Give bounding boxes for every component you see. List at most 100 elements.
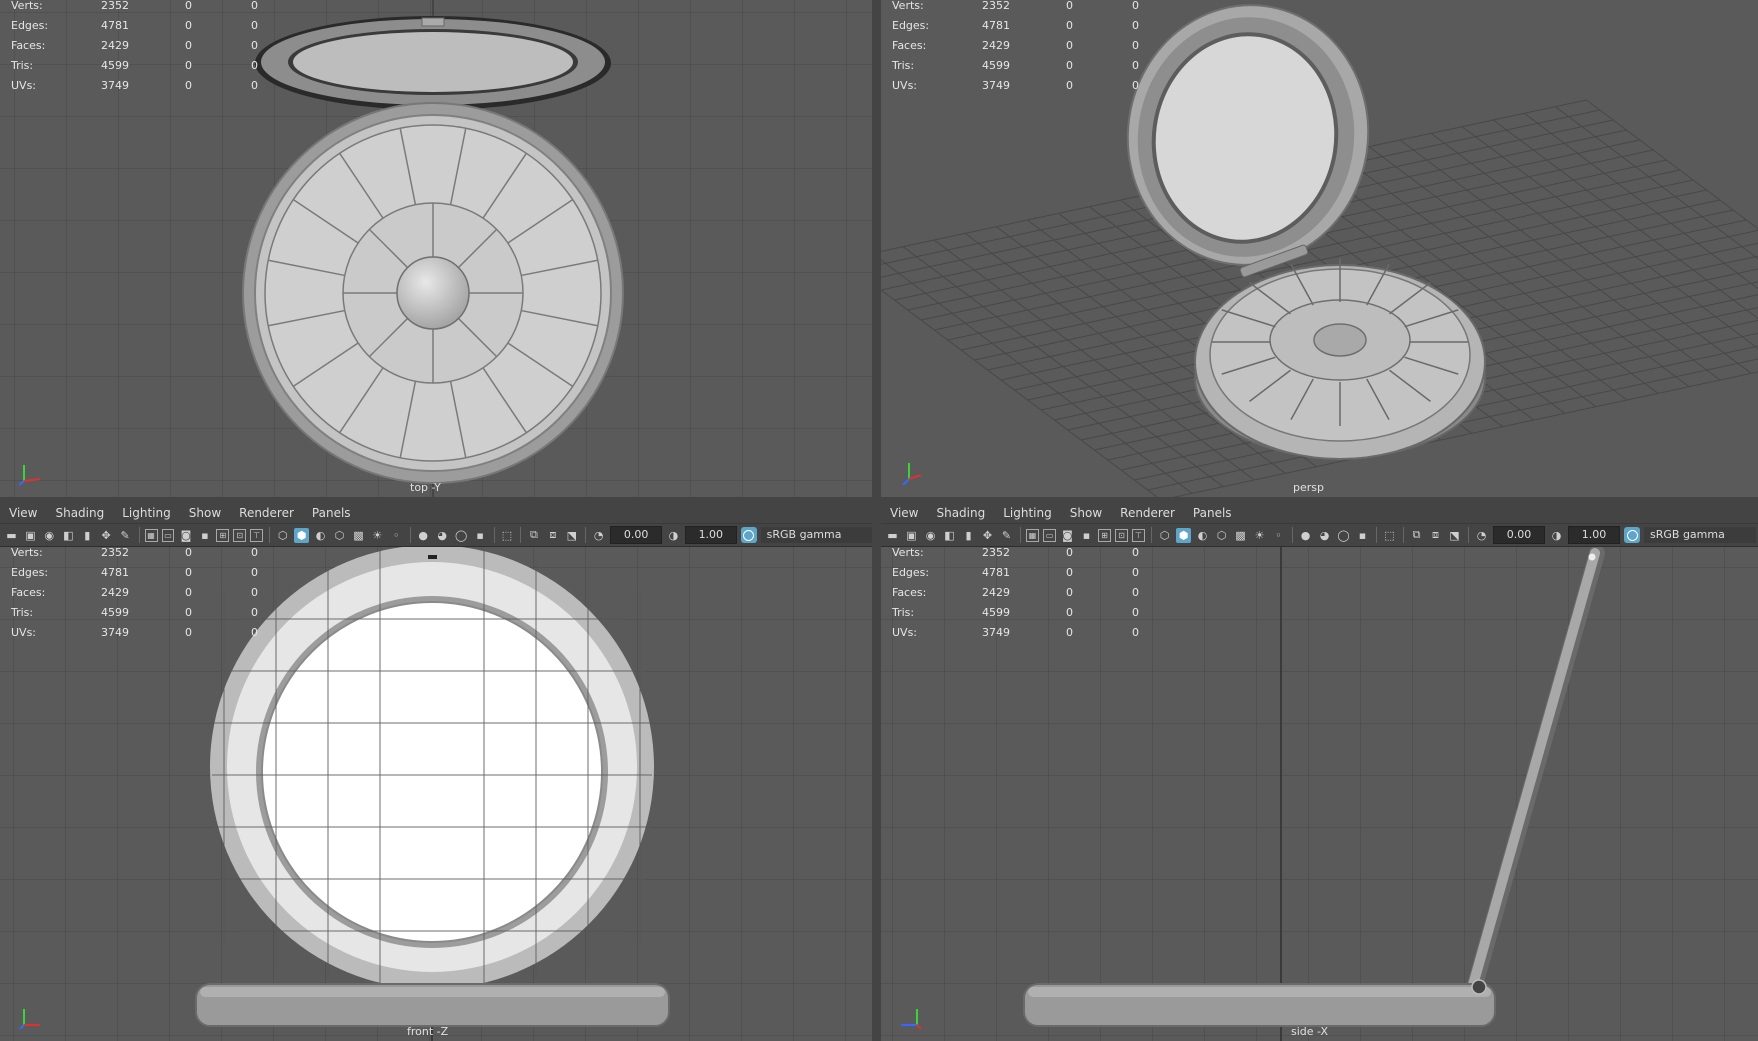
camera-attributes-icon[interactable]: ▣ bbox=[904, 528, 919, 543]
camera-select-icon[interactable]: ▬ bbox=[885, 528, 900, 543]
panel-menu-bar: View Shading Lighting Show Renderer Panels bbox=[0, 503, 872, 523]
film-gate-icon[interactable]: ▭ bbox=[1043, 528, 1056, 542]
gamma-icon[interactable]: ◑ bbox=[1549, 528, 1564, 543]
wireframe-on-shaded-icon[interactable]: ⬡ bbox=[332, 528, 347, 543]
wireframe-icon[interactable]: ⬡ bbox=[275, 528, 290, 543]
camera-tool-icon[interactable]: ◉ bbox=[42, 528, 57, 543]
pan-zoom-icon[interactable]: ✥ bbox=[99, 528, 114, 543]
panel-toolbar: ▬ ▣ ◉ ◧ ▮ ✥ ✎ ▦ ▭ ◙ ▪ ⊞ ⊡ ⊤ ⬡ ⬢ ◐ ⬡ ▩ ☀ ◦ ● ◕ ◯ ▪ ⬚ ⧉ ⧈ ⬔ ◔ 0.00 ◑ 1.00 s… bbox=[881, 523, 1758, 547]
grid-icon[interactable]: ▦ bbox=[144, 528, 158, 542]
toolbar-separator bbox=[585, 527, 587, 543]
shadows-icon[interactable]: ◦ bbox=[1271, 528, 1286, 543]
resolution-gate-icon[interactable]: ◙ bbox=[1060, 528, 1075, 543]
gate-mask-icon[interactable]: ▪ bbox=[197, 528, 212, 543]
gamma-field[interactable]: 1.00 bbox=[684, 526, 737, 544]
motion-blur-icon[interactable]: ◕ bbox=[1317, 528, 1332, 543]
safe-title-icon[interactable]: ⊤ bbox=[250, 528, 264, 542]
hud-label: Tris: bbox=[892, 59, 915, 72]
hud-b: 0 bbox=[251, 79, 258, 92]
camera-attributes-icon[interactable]: ▣ bbox=[23, 528, 38, 543]
hud-b: 0 bbox=[251, 606, 258, 619]
use-all-lights-icon[interactable]: ☀ bbox=[1252, 528, 1267, 543]
backface-culling-icon[interactable]: ⬔ bbox=[1447, 528, 1462, 543]
exposure-field[interactable]: 0.00 bbox=[610, 526, 662, 544]
use-all-lights-icon[interactable]: ☀ bbox=[370, 528, 385, 543]
shadows-icon[interactable]: ◦ bbox=[389, 528, 404, 543]
pan-zoom-icon[interactable]: ✥ bbox=[980, 528, 995, 543]
isolate-select-icon[interactable]: ⬚ bbox=[500, 528, 515, 543]
color-management-icon[interactable] bbox=[740, 527, 757, 543]
depth-of-field-icon[interactable]: ▪ bbox=[473, 528, 488, 543]
hud-b: 0 bbox=[251, 0, 258, 12]
xray-joints-icon[interactable]: ⧈ bbox=[1428, 528, 1443, 543]
wireframe-icon[interactable]: ⬡ bbox=[1157, 528, 1172, 543]
film-gate-icon[interactable]: ▭ bbox=[161, 528, 175, 542]
menu-show[interactable]: Show bbox=[180, 506, 230, 520]
field-chart-icon[interactable]: ⊞ bbox=[1098, 528, 1111, 542]
hud-b: 0 bbox=[251, 39, 258, 52]
grid-line bbox=[881, 259, 1193, 494]
menu-lighting[interactable]: Lighting bbox=[994, 506, 1061, 520]
xray-icon[interactable]: ⧉ bbox=[526, 528, 541, 543]
menu-shading[interactable]: Shading bbox=[46, 506, 113, 520]
textured-icon[interactable]: ▩ bbox=[351, 528, 366, 543]
gamma-icon[interactable]: ◑ bbox=[666, 528, 681, 543]
bookmark-icon[interactable]: ▮ bbox=[80, 528, 95, 543]
backface-culling-icon[interactable]: ⬔ bbox=[564, 528, 579, 543]
viewport-persp[interactable]: Verts: 2352 0 0 Edges: 4781 0 0 Faces: 2429 0 0 Tris… bbox=[881, 0, 1758, 497]
safe-title-icon[interactable]: ⊤ bbox=[1132, 528, 1145, 542]
hud-b: 0 bbox=[1132, 79, 1139, 92]
menu-view[interactable]: View bbox=[881, 506, 927, 520]
screen-space-ao-icon[interactable]: ● bbox=[416, 528, 431, 543]
image-plane-icon[interactable]: ◧ bbox=[61, 528, 76, 543]
exposure-icon[interactable]: ◔ bbox=[1474, 528, 1489, 543]
depth-of-field-icon[interactable]: ▪ bbox=[1355, 528, 1370, 543]
wireframe-on-shaded-icon[interactable]: ⬡ bbox=[1214, 528, 1229, 543]
default-material-icon[interactable]: ◐ bbox=[313, 528, 328, 543]
isolate-select-icon[interactable]: ⬚ bbox=[1382, 528, 1397, 543]
menu-panels[interactable]: Panels bbox=[1184, 506, 1241, 520]
xray-icon[interactable]: ⧉ bbox=[1409, 528, 1424, 543]
screen-space-ao-icon[interactable]: ● bbox=[1298, 528, 1313, 543]
grease-pencil-icon[interactable]: ✎ bbox=[999, 528, 1014, 543]
exposure-icon[interactable]: ◔ bbox=[591, 528, 606, 543]
field-chart-icon[interactable]: ⊞ bbox=[216, 528, 230, 542]
hud-label: Tris: bbox=[11, 606, 34, 619]
color-space-dropdown[interactable]: sRGB gamma bbox=[1644, 527, 1756, 543]
viewport-label: persp bbox=[1293, 481, 1324, 494]
gate-mask-icon[interactable]: ▪ bbox=[1079, 528, 1094, 543]
menu-shading[interactable]: Shading bbox=[927, 506, 994, 520]
camera-tool-icon[interactable]: ◉ bbox=[923, 528, 938, 543]
smooth-shade-icon[interactable]: ⬢ bbox=[294, 527, 310, 543]
hud-value: 4781 bbox=[982, 19, 1010, 32]
viewport-front[interactable]: View Shading Lighting Show Renderer Panels ▬ ▣… bbox=[0, 503, 872, 1041]
menu-show[interactable]: Show bbox=[1061, 506, 1111, 520]
menu-lighting[interactable]: Lighting bbox=[113, 506, 180, 520]
image-plane-icon[interactable]: ◧ bbox=[942, 528, 957, 543]
color-space-dropdown[interactable]: sRGB gamma bbox=[760, 527, 872, 543]
smooth-shade-icon[interactable]: ⬢ bbox=[1176, 527, 1191, 543]
textured-icon[interactable]: ▩ bbox=[1233, 528, 1248, 543]
menu-view[interactable]: View bbox=[0, 506, 46, 520]
color-management-icon[interactable] bbox=[1624, 527, 1640, 543]
safe-action-icon[interactable]: ⊡ bbox=[233, 528, 247, 542]
exposure-field[interactable]: 0.00 bbox=[1493, 526, 1545, 544]
resolution-gate-icon[interactable]: ◙ bbox=[178, 528, 193, 543]
bookmark-icon[interactable]: ▮ bbox=[961, 528, 976, 543]
menu-panels[interactable]: Panels bbox=[303, 506, 360, 520]
viewport-side[interactable]: View Shading Lighting Show Renderer Panels ▬ ▣… bbox=[881, 503, 1758, 1041]
menu-renderer[interactable]: Renderer bbox=[230, 506, 303, 520]
default-material-icon[interactable]: ◐ bbox=[1195, 528, 1210, 543]
viewport-top[interactable]: Verts: 2352 0 0 Edges: 4781 0 0 Faces: 2429 0 0 Tris… bbox=[0, 0, 872, 497]
safe-action-icon[interactable]: ⊡ bbox=[1115, 528, 1128, 542]
xray-joints-icon[interactable]: ⧈ bbox=[545, 528, 560, 543]
viewport-vertical-splitter[interactable] bbox=[872, 0, 881, 1041]
motion-blur-icon[interactable]: ◕ bbox=[435, 528, 450, 543]
menu-renderer[interactable]: Renderer bbox=[1111, 506, 1184, 520]
grease-pencil-icon[interactable]: ✎ bbox=[118, 528, 133, 543]
camera-select-icon[interactable]: ▬ bbox=[4, 528, 19, 543]
multisample-aa-icon[interactable]: ◯ bbox=[1336, 528, 1351, 543]
gamma-field[interactable]: 1.00 bbox=[1568, 526, 1620, 544]
multisample-aa-icon[interactable]: ◯ bbox=[454, 528, 469, 543]
grid-icon[interactable]: ▦ bbox=[1026, 528, 1039, 542]
